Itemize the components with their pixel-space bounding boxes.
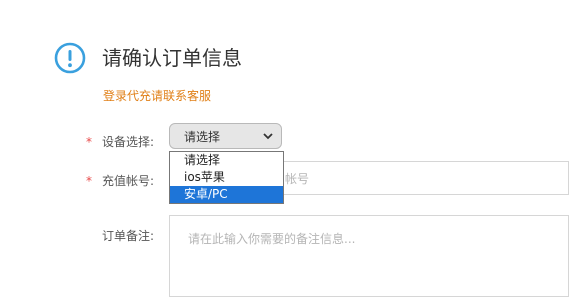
device-select-value: 请选择 — [184, 129, 221, 144]
chevron-down-icon — [263, 133, 273, 140]
remark-label-row: 订单备注: — [102, 227, 154, 244]
option-ios[interactable]: ios苹果 — [170, 169, 283, 186]
remark-textarea[interactable]: 请在此输入你需要的备注信息... — [169, 215, 569, 297]
account-label-row: * 充值帐号: — [86, 172, 154, 189]
device-dropdown-list[interactable]: 请选择 ios苹果 安卓/PC — [169, 151, 284, 204]
required-mark: * — [86, 135, 92, 149]
page-title: 请确认订单信息 — [102, 46, 242, 70]
exclamation-circle-icon — [54, 42, 86, 74]
support-hint: 登录代充请联系客服 — [103, 89, 212, 103]
account-label: 充值帐号: — [102, 174, 155, 188]
account-input-placeholder: 帐号 — [285, 171, 310, 186]
remark-placeholder: 请在此输入你需要的备注信息... — [188, 232, 356, 246]
device-label: 设备选择: — [102, 135, 155, 149]
order-confirm-header: 请确认订单信息 — [54, 42, 242, 74]
option-android-pc[interactable]: 安卓/PC — [170, 186, 283, 203]
device-select[interactable]: 请选择 — [169, 123, 282, 149]
device-label-row: * 设备选择: — [86, 133, 154, 150]
option-please-select[interactable]: 请选择 — [170, 152, 283, 169]
remark-label: 订单备注: — [102, 229, 155, 243]
required-mark: * — [86, 174, 92, 188]
